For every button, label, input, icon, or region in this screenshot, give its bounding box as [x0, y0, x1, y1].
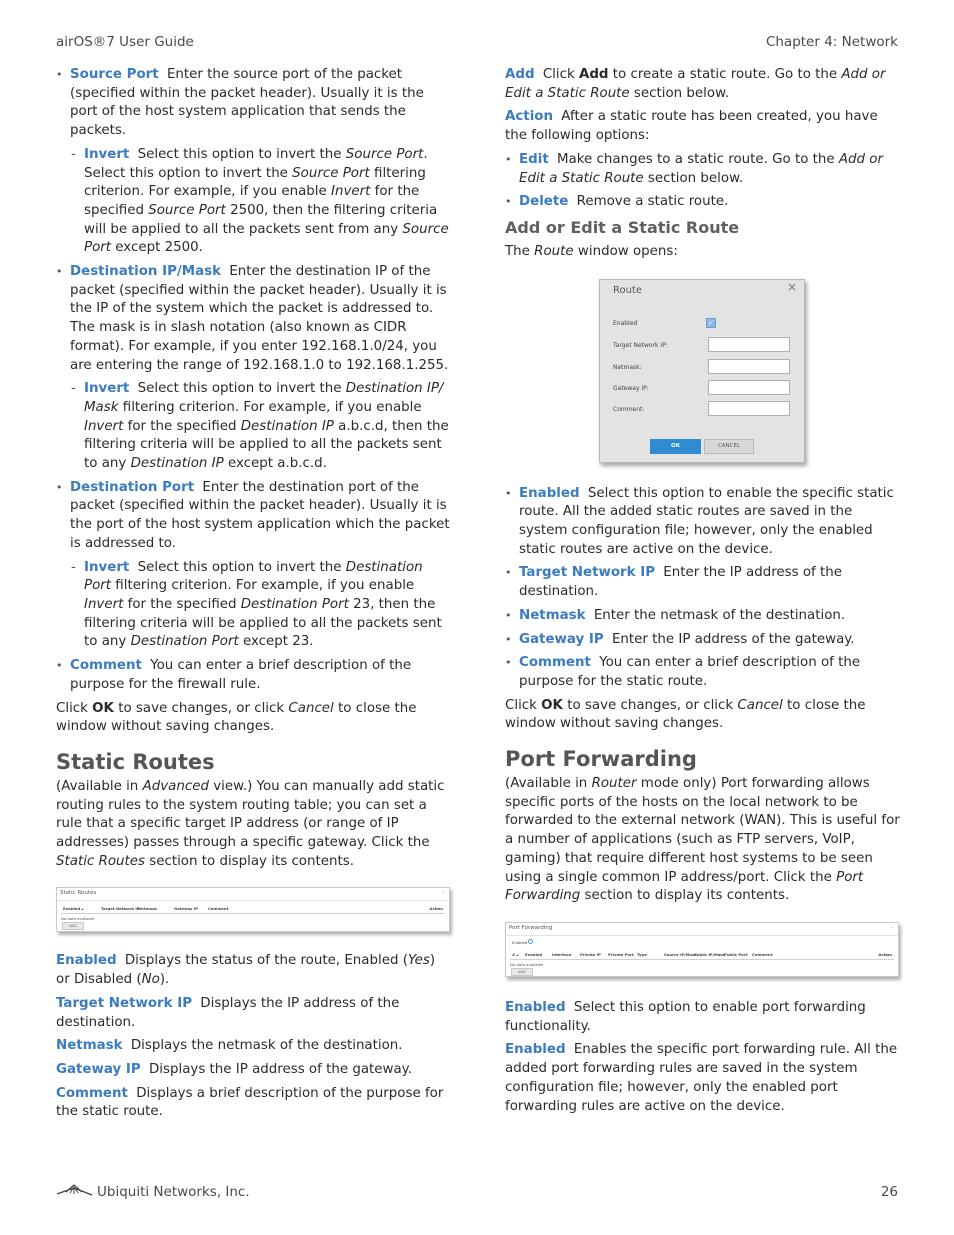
page-number: 26 [880, 1184, 898, 1200]
close-icon[interactable]: × [787, 281, 797, 293]
column-header[interactable]: Interface [552, 952, 571, 957]
target-network-ip-label: Target Network IP: [613, 341, 668, 349]
field-gateway-ip: Gateway IP Displays the IP address of th… [56, 1061, 412, 1077]
field-comment: Comment Displays a brief description of … [56, 1085, 444, 1120]
chevron-down-icon[interactable]: ⌄ [441, 890, 445, 895]
ok-button[interactable]: OK [650, 438, 701, 454]
source-port-item: Source Port Enter the source port of the… [56, 66, 452, 141]
chevron-down-icon[interactable]: ⌄ [890, 924, 894, 930]
destination-port-invert-item: Invert Select this option to invert the … [56, 559, 452, 653]
target-network-ip-input[interactable] [708, 336, 790, 352]
destination-ip-invert-item: Invert Select this option to invert the … [56, 380, 452, 474]
column-header[interactable]: Enabled [525, 952, 542, 957]
gateway-ip-label: Gateway IP: [613, 384, 649, 392]
header-doc-title: airOS®7 User Guide [56, 34, 194, 50]
edit-item: Edit Make changes to a static route. Go … [505, 151, 901, 188]
action-paragraph: Action After a static route has been cre… [505, 109, 878, 144]
comment-input[interactable] [708, 400, 790, 416]
enabled-checkbox[interactable] [528, 938, 533, 944]
empty-message: No data available [61, 916, 95, 922]
column-header[interactable]: Type [637, 952, 647, 957]
route-field-target-network-ip: Target Network IP Enter the IP address o… [505, 564, 901, 601]
add-edit-static-route-heading: Add or Edit a Static Route [505, 217, 740, 237]
footer-company: Ubiquiti Networks, Inc. [56, 1183, 250, 1202]
route-field-enabled: Enabled Select this option to enable the… [505, 485, 901, 560]
comment-label: Comment: [613, 405, 645, 413]
port-forwarding-intro: (Available in Router mode only) Port for… [505, 776, 900, 904]
enabled-label: Enabled [613, 319, 638, 327]
route-field-comment: Comment You can enter a brief descriptio… [505, 654, 901, 691]
column-header[interactable]: Comment [208, 906, 228, 911]
click-ok-paragraph: Click OK to save changes, or click Cance… [56, 700, 417, 735]
column-header[interactable]: Action [429, 906, 443, 911]
column-header[interactable]: Action [878, 952, 892, 957]
column-header[interactable]: Public IP/Mask [694, 952, 725, 957]
add-paragraph: Add Click Add to create a static route. … [505, 67, 886, 101]
term-invert: Invert [84, 146, 130, 162]
empty-message: No data available [510, 961, 544, 967]
column-header[interactable]: Private IP [580, 952, 601, 957]
ubiquiti-logo-icon [56, 1183, 94, 1202]
static-routes-panel-screenshot: Static Routes ⌄ Enabled ▴ Target Network… [56, 887, 450, 933]
static-routes-intro: (Available in Advanced view.) You can ma… [56, 778, 445, 869]
column-header[interactable]: # ▴ [512, 952, 518, 957]
route-field-gateway-ip: Gateway IP Enter the IP address of the g… [505, 631, 901, 650]
netmask-input[interactable] [708, 358, 790, 374]
column-header[interactable]: Public Port [724, 952, 747, 957]
source-port-invert-item: Invert Select this option to invert the … [56, 146, 452, 258]
gateway-ip-input[interactable] [708, 379, 790, 395]
route-dialog-screenshot: Route × Enabled ✓ Target Network IP: Net… [599, 278, 805, 463]
column-header[interactable]: Gateway IP [174, 906, 198, 911]
port-forwarding-panel-screenshot: Port Forwarding ⌄ Enabled # ▴ Enabled In… [505, 921, 899, 977]
column-header[interactable]: Private Port [608, 952, 634, 957]
left-column: Source Port Enter the source port of the… [56, 66, 452, 1127]
divider [61, 913, 445, 915]
term-invert: Invert [84, 381, 130, 397]
field-netmask: Netmask Displays the netmask of the dest… [56, 1038, 403, 1054]
static-routes-heading: Static Routes [56, 749, 215, 774]
right-column: Add Click Add to create a static route. … [505, 66, 901, 1121]
pf-field-enabled-functionality: Enabled Select this option to enable por… [505, 999, 866, 1034]
term-comment: Comment [70, 658, 142, 674]
term-destination-ip: Destination IP/Mask [70, 264, 222, 280]
column-header[interactable]: Target Network IP [101, 906, 140, 911]
add-button[interactable]: ADD [511, 967, 533, 976]
column-header[interactable]: Comment [752, 952, 772, 957]
pf-field-enabled-rule: Enabled Enables the specific port forwar… [505, 1042, 898, 1114]
panel-title: Static Routes [60, 890, 97, 897]
destination-ip-item: Destination IP/Mask Enter the destinatio… [56, 263, 452, 375]
route-dialog-title: Route [613, 284, 643, 296]
term-invert: Invert [84, 559, 130, 575]
cancel-button[interactable]: CANCEL [704, 438, 754, 454]
route-window-opens: The Route window opens: [505, 243, 678, 259]
term-source-port: Source Port [70, 67, 159, 82]
column-header[interactable]: Enabled ▴ [63, 906, 83, 911]
column-header[interactable]: Netmask [138, 906, 157, 911]
add-button[interactable]: ADD [62, 922, 84, 931]
netmask-label: Netmask: [613, 363, 642, 371]
route-field-netmask: Netmask Enter the netmask of the destina… [505, 607, 901, 626]
term-destination-port: Destination Port [70, 479, 195, 495]
divider [506, 934, 898, 936]
comment-item: Comment You can enter a brief descriptio… [56, 657, 452, 694]
field-target-network-ip: Target Network IP Displays the IP addres… [56, 995, 400, 1030]
port-forwarding-heading: Port Forwarding [505, 747, 697, 772]
divider [57, 900, 449, 902]
column-header[interactable]: Source IP/Mask [664, 952, 697, 957]
header-chapter: Chapter 4: Network [765, 34, 898, 50]
enabled-label: Enabled [512, 939, 528, 945]
enabled-checkbox[interactable]: ✓ [706, 317, 716, 328]
destination-port-item: Destination Port Enter the destination p… [56, 479, 452, 554]
panel-title: Port Forwarding [509, 924, 553, 931]
click-ok-paragraph: Click OK to save changes, or click Cance… [505, 697, 866, 732]
divider [510, 958, 894, 960]
field-enabled: Enabled Displays the status of the route… [56, 953, 436, 988]
delete-item: Delete Remove a static route. [505, 193, 901, 212]
